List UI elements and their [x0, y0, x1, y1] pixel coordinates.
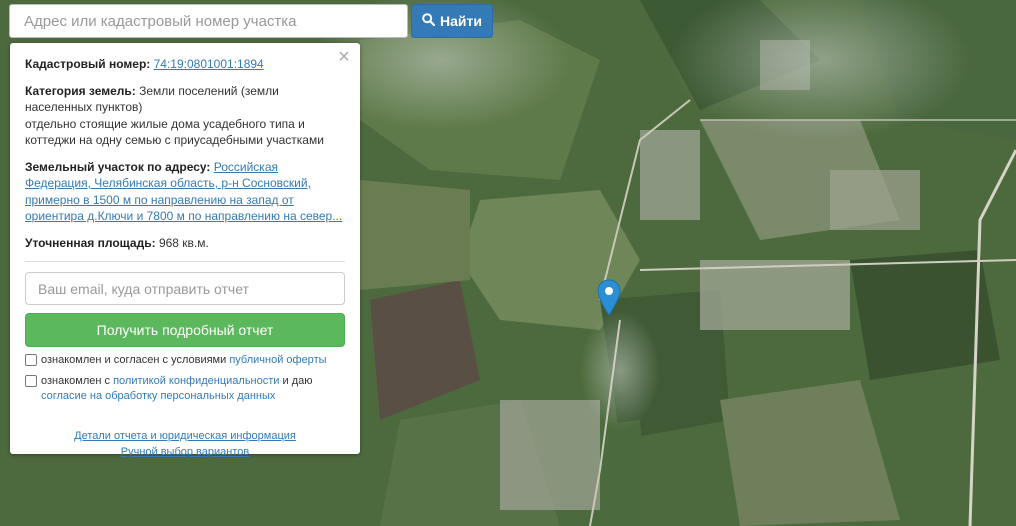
privacy-agreement-row: ознакомлен с политикой конфиденциальност… — [25, 374, 345, 404]
land-category-label: Категория земель: — [25, 83, 136, 98]
close-icon[interactable]: × — [335, 47, 353, 67]
cadastral-number-link[interactable]: 74:19:0801001:1894 — [154, 57, 264, 71]
area-value: 968 кв.м. — [158, 235, 209, 250]
privacy-text-before: ознакомлен с — [41, 375, 111, 387]
offer-text: ознакомлен и согласен с условиями — [41, 354, 227, 366]
address-label: Земельный участок по адресу: — [25, 159, 211, 174]
footer-links: Детали отчета и юридическая информация Р… — [25, 428, 345, 460]
parcel-info-panel: × Кадастровый номер: 74:19:0801001:1894 … — [10, 43, 360, 458]
area-row: Уточненная площадь: 968 кв.м. — [25, 235, 345, 252]
divider — [25, 261, 345, 262]
offer-agreement-text: ознакомлен и согласен с условиями публич… — [41, 353, 327, 368]
search-input[interactable] — [9, 4, 408, 38]
privacy-text-after: и даю — [282, 375, 313, 387]
map-pin-icon[interactable] — [597, 279, 621, 317]
personal-data-consent-link[interactable]: согласие на обработку персональных данны… — [41, 390, 275, 402]
public-offer-link[interactable]: публичной оферты — [229, 354, 326, 366]
search-icon — [422, 13, 436, 29]
offer-checkbox[interactable] — [25, 354, 37, 366]
land-category-row: Категория земель: Земли поселений (земли… — [25, 83, 345, 149]
cadastral-number-label: Кадастровый номер: — [25, 57, 151, 71]
privacy-policy-link[interactable]: политикой конфиденциальности — [113, 375, 279, 387]
privacy-agreement-text: ознакомлен с политикой конфиденциальност… — [41, 374, 313, 404]
manual-selection-link[interactable]: Ручной выбор вариантов — [121, 446, 249, 458]
search-button-label: Найти — [440, 13, 482, 29]
privacy-checkbox[interactable] — [25, 375, 37, 387]
land-use-detail: отдельно стоящие жилые дома усадебного т… — [25, 116, 324, 148]
address-row: Земельный участок по адресу: Российская … — [25, 159, 345, 225]
offer-agreement-row: ознакомлен и согласен с условиями публич… — [25, 353, 345, 368]
cadastral-number-row: Кадастровый номер: 74:19:0801001:1894 — [25, 56, 345, 73]
get-report-label: Получить подробный отчет — [96, 322, 274, 338]
area-label: Уточненная площадь: — [25, 235, 156, 250]
get-report-button[interactable]: Получить подробный отчет — [25, 313, 345, 347]
email-field[interactable] — [25, 272, 345, 305]
report-details-link[interactable]: Детали отчета и юридическая информация — [74, 430, 296, 442]
search-button[interactable]: Найти — [411, 4, 493, 38]
